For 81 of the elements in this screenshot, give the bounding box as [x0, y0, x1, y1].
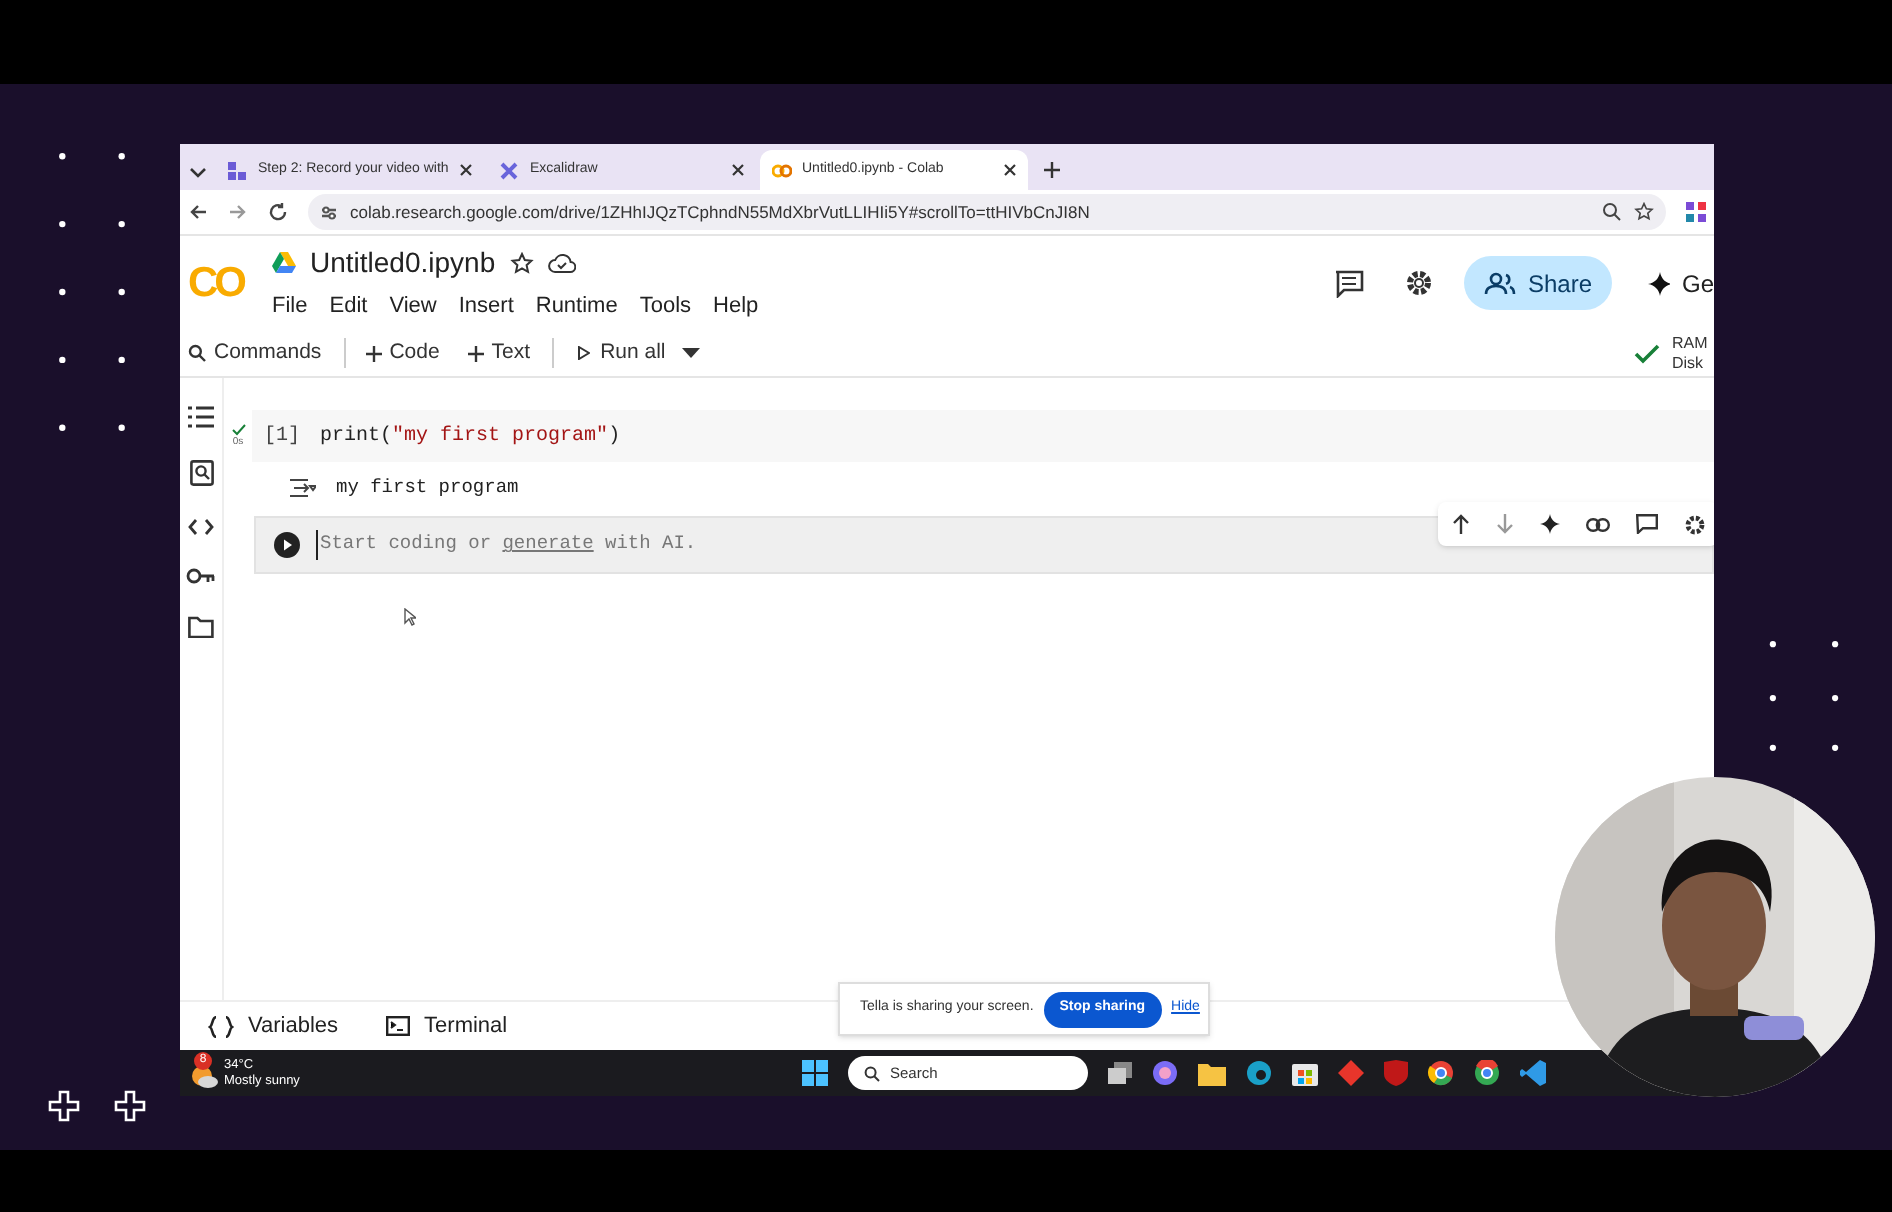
output-text: my first program: [336, 473, 519, 502]
settings-icon[interactable]: [1404, 268, 1434, 298]
menu-item[interactable]: Help: [713, 290, 759, 324]
people-icon: [1483, 271, 1516, 295]
variables-tab[interactable]: Variables: [208, 1009, 339, 1043]
start-icon[interactable]: [802, 1060, 828, 1086]
execution-count: [1]: [264, 423, 301, 451]
close-icon[interactable]: [732, 164, 744, 176]
move-up-icon[interactable]: [1451, 514, 1469, 534]
new-tab-icon[interactable]: [1044, 162, 1060, 178]
run-cell-icon[interactable]: [273, 532, 299, 558]
star-icon[interactable]: [1634, 202, 1654, 222]
search-icon: [188, 344, 206, 362]
folder-icon[interactable]: [1198, 1061, 1226, 1085]
code-cell[interactable]: [1] print("my first program"): [252, 410, 1714, 462]
move-down-icon[interactable]: [1495, 514, 1513, 534]
gemini-button[interactable]: Ge: [1648, 265, 1714, 301]
check-icon: [231, 424, 245, 436]
star-icon[interactable]: [509, 251, 534, 276]
zoom-icon[interactable]: [1602, 202, 1622, 222]
tab-favicon: [772, 161, 792, 179]
sparkle-icon: [1648, 271, 1670, 295]
caret-icon[interactable]: [681, 347, 700, 359]
tab-favicon: [500, 161, 520, 179]
address-bar[interactable]: colab.research.google.com/drive/1ZHhIJQzTCphndN55MdXbrVutLLIHIi5Y#scrollTo=ttHIVbCnJI8N: [308, 194, 1666, 230]
back-icon[interactable]: [188, 202, 208, 222]
play-icon: [578, 346, 591, 360]
search-document-icon[interactable]: [189, 460, 213, 486]
reload-icon[interactable]: [268, 202, 288, 222]
code-line: print("my first program"): [320, 423, 621, 451]
extension-icon[interactable]: [1686, 202, 1706, 222]
menu-item[interactable]: File: [272, 290, 308, 324]
dot-pattern: [1768, 640, 1840, 752]
plus-icon: [48, 1090, 80, 1122]
plus-icon: [114, 1090, 146, 1122]
close-icon[interactable]: [460, 164, 472, 176]
tab-favicon: [228, 161, 248, 179]
site-settings-icon[interactable]: [320, 203, 338, 221]
caret-icon[interactable]: [190, 167, 206, 177]
menu-item[interactable]: Runtime: [535, 290, 618, 324]
disk-label: Disk: [1672, 353, 1706, 373]
notebook-title[interactable]: Untitled0.ipynb: [310, 242, 496, 285]
ram-label: RAM: [1672, 333, 1710, 353]
pointer-icon: [404, 608, 416, 626]
terminal-icon: [386, 1016, 411, 1036]
menu-item[interactable]: Edit: [329, 290, 368, 324]
comment-icon[interactable]: [1635, 514, 1657, 534]
task-view-icon[interactable]: [1108, 1062, 1132, 1084]
key-icon[interactable]: [186, 568, 216, 584]
plus-icon: [365, 345, 382, 361]
folder-icon[interactable]: [188, 616, 214, 638]
cloud-icon: [547, 252, 576, 275]
settings-icon[interactable]: [1683, 513, 1705, 535]
table-of-contents-icon[interactable]: [188, 406, 214, 428]
store-icon[interactable]: [1292, 1060, 1318, 1086]
plus-icon: [467, 345, 484, 361]
check-icon: [1634, 343, 1660, 363]
code-icon[interactable]: [188, 518, 214, 536]
comment-icon[interactable]: [1334, 269, 1364, 297]
url-text: colab.research.google.com/drive/1ZHhIJQzTCphndN55MdXbrVutLLIHIi5Y#scrollTo=ttHIVbCnJI8N: [350, 199, 1092, 225]
cell-placeholder: Start coding or generate with AI.: [316, 530, 697, 560]
braces-icon: [208, 1015, 234, 1037]
add-cell-button[interactable]: Code: [359, 337, 446, 369]
menu-item[interactable]: Tools: [639, 290, 692, 324]
run-all-button[interactable]: Run all: [570, 337, 674, 369]
colab-logo: CO: [188, 257, 246, 310]
close-icon[interactable]: [1004, 164, 1016, 176]
code-cell[interactable]: Start coding or generate with AI.: [254, 516, 1714, 574]
add-cell-button[interactable]: Text: [461, 337, 537, 369]
share-button[interactable]: Share: [1464, 256, 1612, 310]
link-icon[interactable]: [1585, 517, 1609, 531]
shield-icon[interactable]: [1384, 1060, 1408, 1086]
commands-button[interactable]: Commands: [180, 337, 330, 369]
menu-item[interactable]: Insert: [458, 290, 514, 324]
sparkle-icon[interactable]: [1539, 514, 1559, 534]
forward-icon[interactable]: [228, 202, 248, 222]
terminal-tab[interactable]: Terminal: [386, 1009, 508, 1043]
search-icon: [864, 1065, 880, 1081]
menu-item[interactable]: View: [389, 290, 437, 324]
output-icon[interactable]: [288, 478, 316, 498]
diamond-icon[interactable]: [1338, 1060, 1364, 1086]
